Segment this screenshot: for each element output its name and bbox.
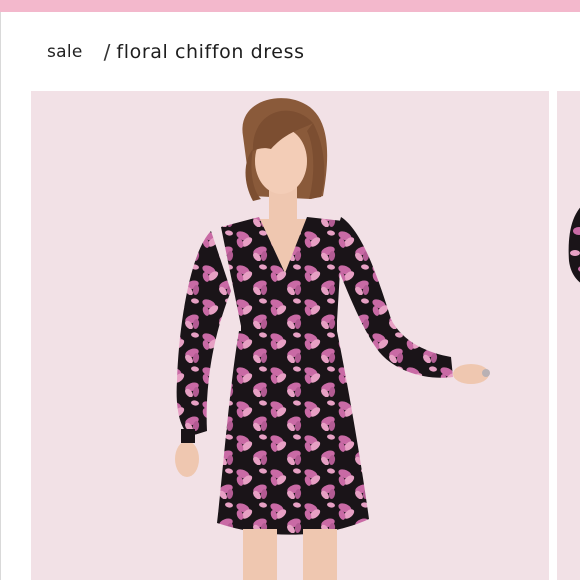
breadcrumb-separator: / (103, 40, 111, 64)
next-image-thumbnail (557, 91, 580, 580)
model-in-dress-illustration (31, 91, 549, 580)
next-product-image-peek[interactable] (557, 91, 580, 580)
breadcrumb-link-sale[interactable]: sale (47, 42, 83, 62)
top-accent-bar (0, 0, 580, 12)
breadcrumb-current-page: floral chiffon dress (116, 41, 305, 63)
page-left-border (0, 12, 1, 580)
product-main-image[interactable] (31, 91, 549, 580)
breadcrumb: sale / floral chiffon dress (47, 38, 305, 66)
